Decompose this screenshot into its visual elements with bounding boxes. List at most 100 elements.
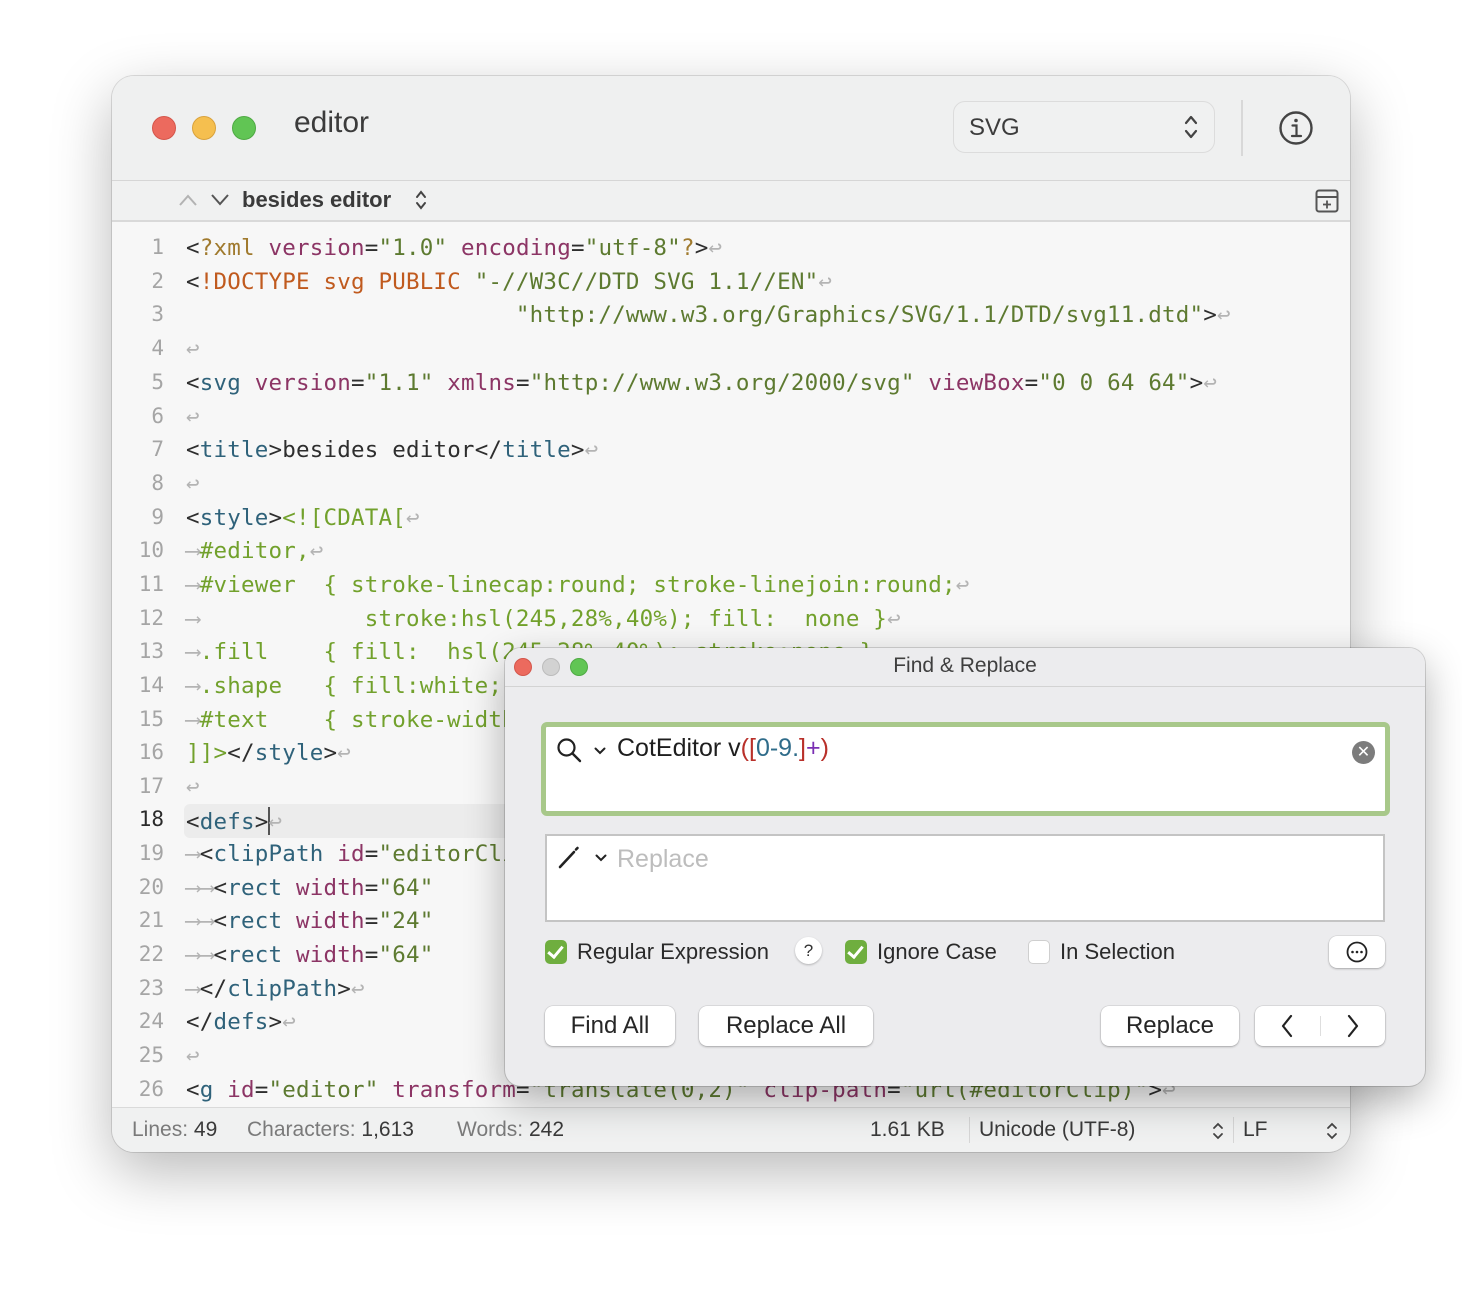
replace-all-button[interactable]: Replace All (699, 1006, 873, 1046)
regular-expression-label: Regular Expression (577, 939, 769, 964)
more-options-button[interactable] (1329, 936, 1385, 968)
code-line: 2 <!DOCTYPE svg PUBLIC "-//W3C//DTD SVG … (112, 266, 1350, 300)
syntax-style-value: SVG (969, 114, 1020, 141)
status-separator (969, 1117, 970, 1143)
find-navigation-control (1255, 1006, 1385, 1046)
code-text: ⟶#editor,↩ (186, 538, 324, 564)
code-text: <title>besides editor</title>↩ (186, 437, 599, 463)
newline-icon: ↩ (708, 235, 723, 261)
newline-icon: ↩ (186, 404, 200, 430)
code-text: ↩ (186, 404, 200, 430)
in-selection-checkbox[interactable] (1028, 940, 1050, 964)
code-text: ⟶ stroke:hsl(245,28%,40%); fill: none }↩ (186, 606, 901, 632)
search-icon[interactable] (556, 737, 582, 763)
encoding-select[interactable]: Unicode (UTF-8) (979, 1118, 1135, 1142)
title-bar: editor SVG (112, 76, 1350, 181)
newline-icon: ↩ (584, 437, 599, 463)
code-text: "http://www.w3.org/Graphics/SVG/1.1/DTD/… (515, 302, 1231, 328)
code-line: 11 ⟶#viewer { stroke-linecap:round; stro… (112, 569, 1350, 603)
tab-icon: ⟶ (186, 942, 200, 968)
code-line: 12 ⟶ stroke:hsl(245,28%,40%); fill: none… (112, 603, 1350, 637)
split-editor-icon[interactable] (1315, 189, 1339, 213)
ellipsis-circle-icon (1346, 941, 1368, 963)
line-number: 16 (138, 740, 164, 764)
encoding-chevron-icon[interactable] (1212, 1121, 1224, 1141)
close-button[interactable] (152, 116, 176, 140)
file-size: 1.61 KB (870, 1118, 945, 1141)
tab-icon: ⟶ (186, 908, 200, 934)
window-controls (152, 116, 256, 140)
tab-icon: ⟶ (186, 673, 200, 699)
line-ending-chevron-icon[interactable] (1326, 1121, 1338, 1141)
previous-item-chevron-icon[interactable] (178, 193, 198, 207)
tab-icon: ⟶ (186, 976, 200, 1002)
code-text: <?xml version="1.0" encoding="utf-8"?>↩ (186, 235, 723, 261)
find-previous-chevron-icon[interactable] (1255, 1006, 1319, 1046)
outline-menu-chevron-icon[interactable] (415, 189, 427, 211)
code-text: <style><![CDATA[↩ (186, 505, 420, 531)
up-down-chevron-icon (1184, 115, 1198, 139)
word-count: Words: 242 (457, 1118, 565, 1141)
tab-icon: ⟶ (186, 606, 200, 632)
newline-icon: ↩ (350, 976, 365, 1002)
info-icon[interactable] (1278, 110, 1314, 146)
tab-icon: ⟶ (186, 841, 200, 867)
in-selection-option[interactable]: In Selection (1028, 939, 1175, 965)
newline-icon: ↩ (268, 809, 283, 835)
next-item-chevron-icon[interactable] (210, 193, 230, 207)
find-query-text[interactable]: CotEditor v([0-9.]+) (617, 734, 829, 763)
find-all-button[interactable]: Find All (545, 1006, 675, 1046)
code-text: ⟶<clipPath id="editorClip"> (186, 841, 558, 867)
regular-expression-option[interactable]: Regular Expression (545, 939, 769, 965)
line-number: 5 (151, 370, 164, 394)
ignore-case-checkbox[interactable] (845, 940, 867, 964)
replace-input[interactable] (617, 842, 1357, 876)
code-text: ⟶</clipPath>↩ (186, 976, 365, 1002)
code-line: 4 ↩ (112, 333, 1350, 367)
code-text: ↩ (186, 1043, 200, 1069)
newline-icon: ↩ (405, 505, 420, 531)
code-line: 5 <svg version="1.1" xmlns="http://www.w… (112, 367, 1350, 401)
outline-menu-label[interactable]: besides editor (242, 187, 391, 213)
newline-icon: ↩ (186, 774, 200, 800)
panel-title: Find & Replace (893, 654, 1037, 677)
code-line: 7 <title>besides editor</title>↩ (112, 434, 1350, 468)
panel-title-bar: Find & Replace (505, 648, 1425, 687)
find-field[interactable]: CotEditor v([0-9.]+) ✕ (541, 722, 1390, 816)
line-number: 7 (151, 437, 164, 461)
code-text: </defs>↩ (186, 1009, 296, 1035)
pencil-icon (558, 846, 579, 869)
ignore-case-option[interactable]: Ignore Case (845, 939, 997, 965)
clear-find-icon[interactable]: ✕ (1352, 741, 1375, 764)
line-number: 13 (138, 639, 164, 663)
line-number: 11 (138, 572, 164, 596)
find-replace-panel: Find & Replace CotEditor v([0-9.]+) ✕ Re… (505, 648, 1425, 1086)
syntax-style-select[interactable]: SVG (953, 101, 1215, 153)
replace-button[interactable]: Replace (1101, 1006, 1239, 1046)
regex-help-button[interactable]: ? (795, 937, 822, 964)
replace-field[interactable] (545, 834, 1385, 922)
code-text: ↩ (186, 471, 200, 497)
tab-icon: ⟶ (199, 875, 214, 901)
tab-icon: ⟶ (199, 942, 214, 968)
code-line: 10 ⟶#editor,↩ (112, 535, 1350, 569)
find-next-chevron-icon[interactable] (1321, 1006, 1385, 1046)
line-number: 26 (138, 1077, 164, 1101)
code-text: ]]></style>↩ (186, 740, 351, 766)
line-number: 19 (138, 841, 164, 865)
tab-icon: ⟶ (186, 875, 200, 901)
line-number: 2 (151, 269, 164, 293)
code-line: 1 <?xml version="1.0" encoding="utf-8"?>… (112, 232, 1350, 266)
tab-icon: ⟶ (199, 908, 214, 934)
minimize-button[interactable] (192, 116, 216, 140)
line-ending-select[interactable]: LF (1243, 1118, 1268, 1142)
newline-icon: ↩ (186, 1043, 200, 1069)
code-text: <svg version="1.1" xmlns="http://www.w3.… (186, 370, 1218, 396)
tab-icon: ⟶ (186, 538, 200, 564)
code-text: ⟶⟶<rect width="64" (186, 942, 434, 968)
replace-history-chevron-icon[interactable] (595, 854, 607, 862)
line-number: 4 (151, 336, 164, 360)
find-history-chevron-icon[interactable] (594, 747, 606, 755)
regular-expression-checkbox[interactable] (545, 940, 567, 964)
zoom-button[interactable] (232, 116, 256, 140)
